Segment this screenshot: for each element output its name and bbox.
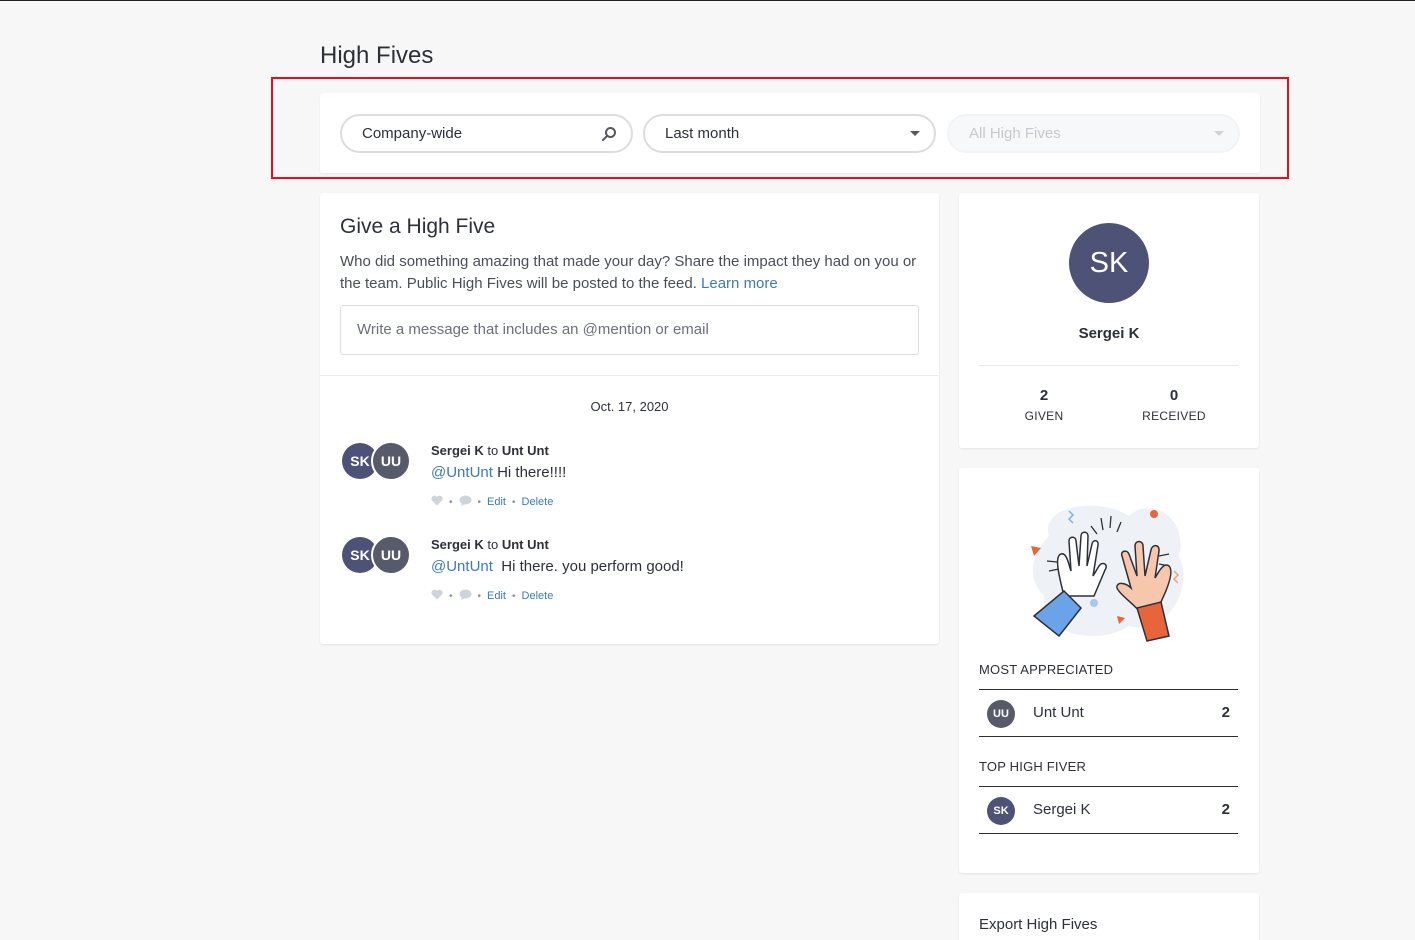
export-card: Export High Fives bbox=[959, 893, 1259, 940]
edit-link[interactable]: Edit bbox=[487, 590, 506, 602]
heart-icon[interactable] bbox=[431, 589, 443, 603]
divider bbox=[320, 375, 939, 376]
comment-icon[interactable] bbox=[459, 589, 472, 603]
feed-post: SK UU Sergei K to Unt Unt @UntUnt Hi the… bbox=[320, 441, 939, 523]
message-input[interactable]: Write a message that includes an @mentio… bbox=[340, 305, 919, 355]
post-header: Sergei K to Unt Unt bbox=[431, 443, 549, 458]
avatar[interactable]: UU bbox=[371, 441, 411, 481]
most-appreciated-name: Unt Unt bbox=[1033, 704, 1084, 721]
post-text: Hi there!!!! bbox=[492, 464, 567, 481]
post-to[interactable]: Unt Unt bbox=[502, 537, 549, 552]
post-connector: to bbox=[487, 537, 499, 552]
received-stat: 0 RECEIVED bbox=[1109, 387, 1239, 423]
post-to[interactable]: Unt Unt bbox=[502, 443, 549, 458]
give-title: Give a High Five bbox=[340, 215, 496, 238]
high-five-illustration bbox=[1031, 505, 1184, 642]
page-title: High Fives bbox=[320, 42, 434, 69]
delete-link[interactable]: Delete bbox=[522, 496, 554, 508]
top-border bbox=[0, 0, 1415, 1]
delete-link[interactable]: Delete bbox=[522, 590, 554, 602]
post-from[interactable]: Sergei K bbox=[431, 537, 484, 552]
give-high-five-card: Give a High Five Who did something amazi… bbox=[320, 193, 939, 644]
profile-name: Sergei K bbox=[1078, 325, 1140, 342]
post-mention[interactable]: @UntUnt bbox=[431, 464, 493, 481]
most-appreciated-count: 2 bbox=[1221, 704, 1230, 721]
top-high-fiver-label: TOP HIGH FIVER bbox=[979, 759, 1087, 774]
export-title[interactable]: Export High Fives bbox=[979, 916, 1097, 933]
post-from[interactable]: Sergei K bbox=[431, 443, 484, 458]
edit-link[interactable]: Edit bbox=[487, 496, 506, 508]
avatar: SK bbox=[987, 797, 1015, 825]
post-connector: to bbox=[487, 443, 499, 458]
give-description: Who did something amazing that made your… bbox=[340, 251, 920, 295]
post-body: @UntUnt Hi there. you perform good! bbox=[431, 558, 684, 575]
received-label: RECEIVED bbox=[1142, 409, 1206, 423]
feed-date: Oct. 17, 2020 bbox=[590, 399, 669, 414]
give-description-text: Who did something amazing that made your… bbox=[340, 253, 917, 292]
most-appreciated-label: MOST APPRECIATED bbox=[979, 662, 1114, 677]
appreciation-card: MOST APPRECIATED UU Unt Unt 2 TOP HIGH F… bbox=[959, 468, 1259, 873]
profile-card: SK Sergei K 2 GIVEN 0 RECEIVED bbox=[959, 193, 1259, 448]
post-body: @UntUnt Hi there!!!! bbox=[431, 464, 566, 481]
highlight-box bbox=[271, 77, 1289, 179]
avatar: UU bbox=[987, 700, 1015, 728]
given-stat: 2 GIVEN bbox=[979, 387, 1109, 423]
post-mention[interactable]: @UntUnt bbox=[431, 558, 493, 575]
learn-more-link[interactable]: Learn more bbox=[701, 275, 778, 292]
top-high-fiver-name: Sergei K bbox=[1033, 801, 1091, 818]
feed-post: SK UU Sergei K to Unt Unt @UntUnt Hi the… bbox=[320, 535, 939, 617]
given-count: 2 bbox=[1039, 387, 1049, 404]
top-high-fiver-count: 2 bbox=[1221, 801, 1230, 818]
post-text: Hi there. you perform good! bbox=[492, 558, 684, 575]
given-label: GIVEN bbox=[1024, 409, 1064, 423]
avatar[interactable]: UU bbox=[371, 535, 411, 575]
divider bbox=[979, 365, 1239, 366]
post-actions: • • Edit • Delete bbox=[431, 589, 553, 603]
post-header: Sergei K to Unt Unt bbox=[431, 537, 549, 552]
profile-avatar[interactable]: SK bbox=[1069, 223, 1149, 303]
received-count: 0 bbox=[1169, 387, 1179, 404]
post-actions: • • Edit • Delete bbox=[431, 495, 553, 509]
heart-icon[interactable] bbox=[431, 495, 443, 509]
most-appreciated-row[interactable]: UU Unt Unt 2 bbox=[979, 689, 1238, 737]
top-high-fiver-row[interactable]: SK Sergei K 2 bbox=[979, 786, 1238, 834]
comment-icon[interactable] bbox=[459, 495, 472, 509]
